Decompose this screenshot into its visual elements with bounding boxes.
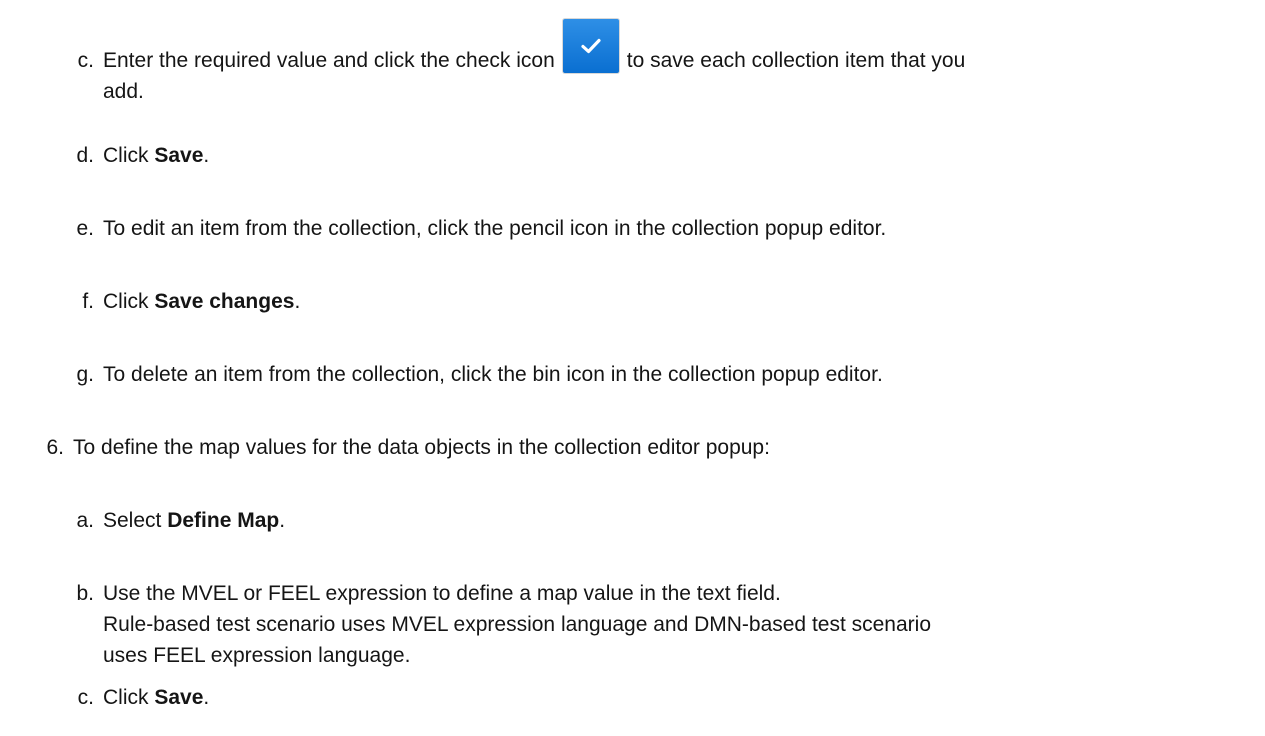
substep-text: Click Save changes.: [103, 286, 300, 317]
list-marker: 6.: [46, 436, 64, 459]
substep-text-before-icon: Enter the required value and click the c…: [103, 49, 555, 72]
save-changes-label: Save changes: [154, 290, 295, 313]
substep-g: g. To delete an item from the collection…: [76, 359, 883, 390]
save-label: Save: [154, 144, 204, 167]
document-page: c. Enter the required value and click th…: [0, 0, 1265, 736]
list-marker: b.: [76, 582, 94, 605]
substep-suffix: .: [203, 144, 210, 167]
substep-text-line3: uses FEEL expression language.: [103, 644, 411, 667]
substep-text-line2: add.: [103, 80, 144, 103]
substep-text-line1: Use the MVEL or FEEL expression to defin…: [103, 582, 781, 605]
substep-c: c. Enter the required value and click th…: [78, 19, 1253, 107]
substep-text: To delete an item from the collection, c…: [103, 363, 883, 386]
substep-e: e. To edit an item from the collection, …: [76, 213, 887, 244]
substep-c2: c. Click Save.: [78, 682, 210, 713]
define-map-label: Define Map: [167, 509, 280, 532]
substep-suffix: .: [279, 509, 286, 532]
substep-suffix: .: [294, 290, 301, 313]
save-label: Save: [154, 686, 204, 709]
substep-a: a. Select Define Map.: [76, 505, 285, 536]
substep-prefix: Select: [103, 509, 168, 532]
substep-prefix: Click: [103, 686, 155, 709]
substep-text: Click Save.: [103, 682, 209, 713]
substep-b: b. Use the MVEL or FEEL expression to de…: [76, 578, 1253, 671]
list-marker: e.: [76, 217, 94, 240]
substep-text: Use the MVEL or FEEL expression to defin…: [103, 578, 1253, 671]
step-text: To define the map values for the data ob…: [73, 436, 770, 459]
list-marker: d.: [76, 144, 94, 167]
list-marker: g.: [76, 363, 94, 386]
substep-text: Click Save.: [103, 140, 209, 171]
substep-prefix: Click: [103, 144, 155, 167]
substep-suffix: .: [203, 686, 210, 709]
list-marker: f.: [82, 290, 94, 313]
list-marker: c.: [77, 49, 94, 72]
list-marker: a.: [76, 509, 94, 532]
step-6: 6. To define the map values for the data…: [46, 432, 770, 463]
substep-text: Enter the required value and click the c…: [103, 19, 1253, 107]
substep-text: Select Define Map.: [103, 505, 285, 536]
substep-d: d. Click Save.: [76, 140, 209, 171]
substep-text-after-icon: to save each collection item that you: [626, 49, 966, 72]
check-icon: [562, 19, 619, 73]
substep-text-line2: Rule-based test scenario uses MVEL expre…: [103, 613, 932, 636]
substep-f: f. Click Save changes.: [82, 286, 300, 317]
substep-prefix: Click: [103, 290, 155, 313]
list-marker: c.: [77, 686, 94, 709]
substep-text: To edit an item from the collection, cli…: [103, 217, 887, 240]
